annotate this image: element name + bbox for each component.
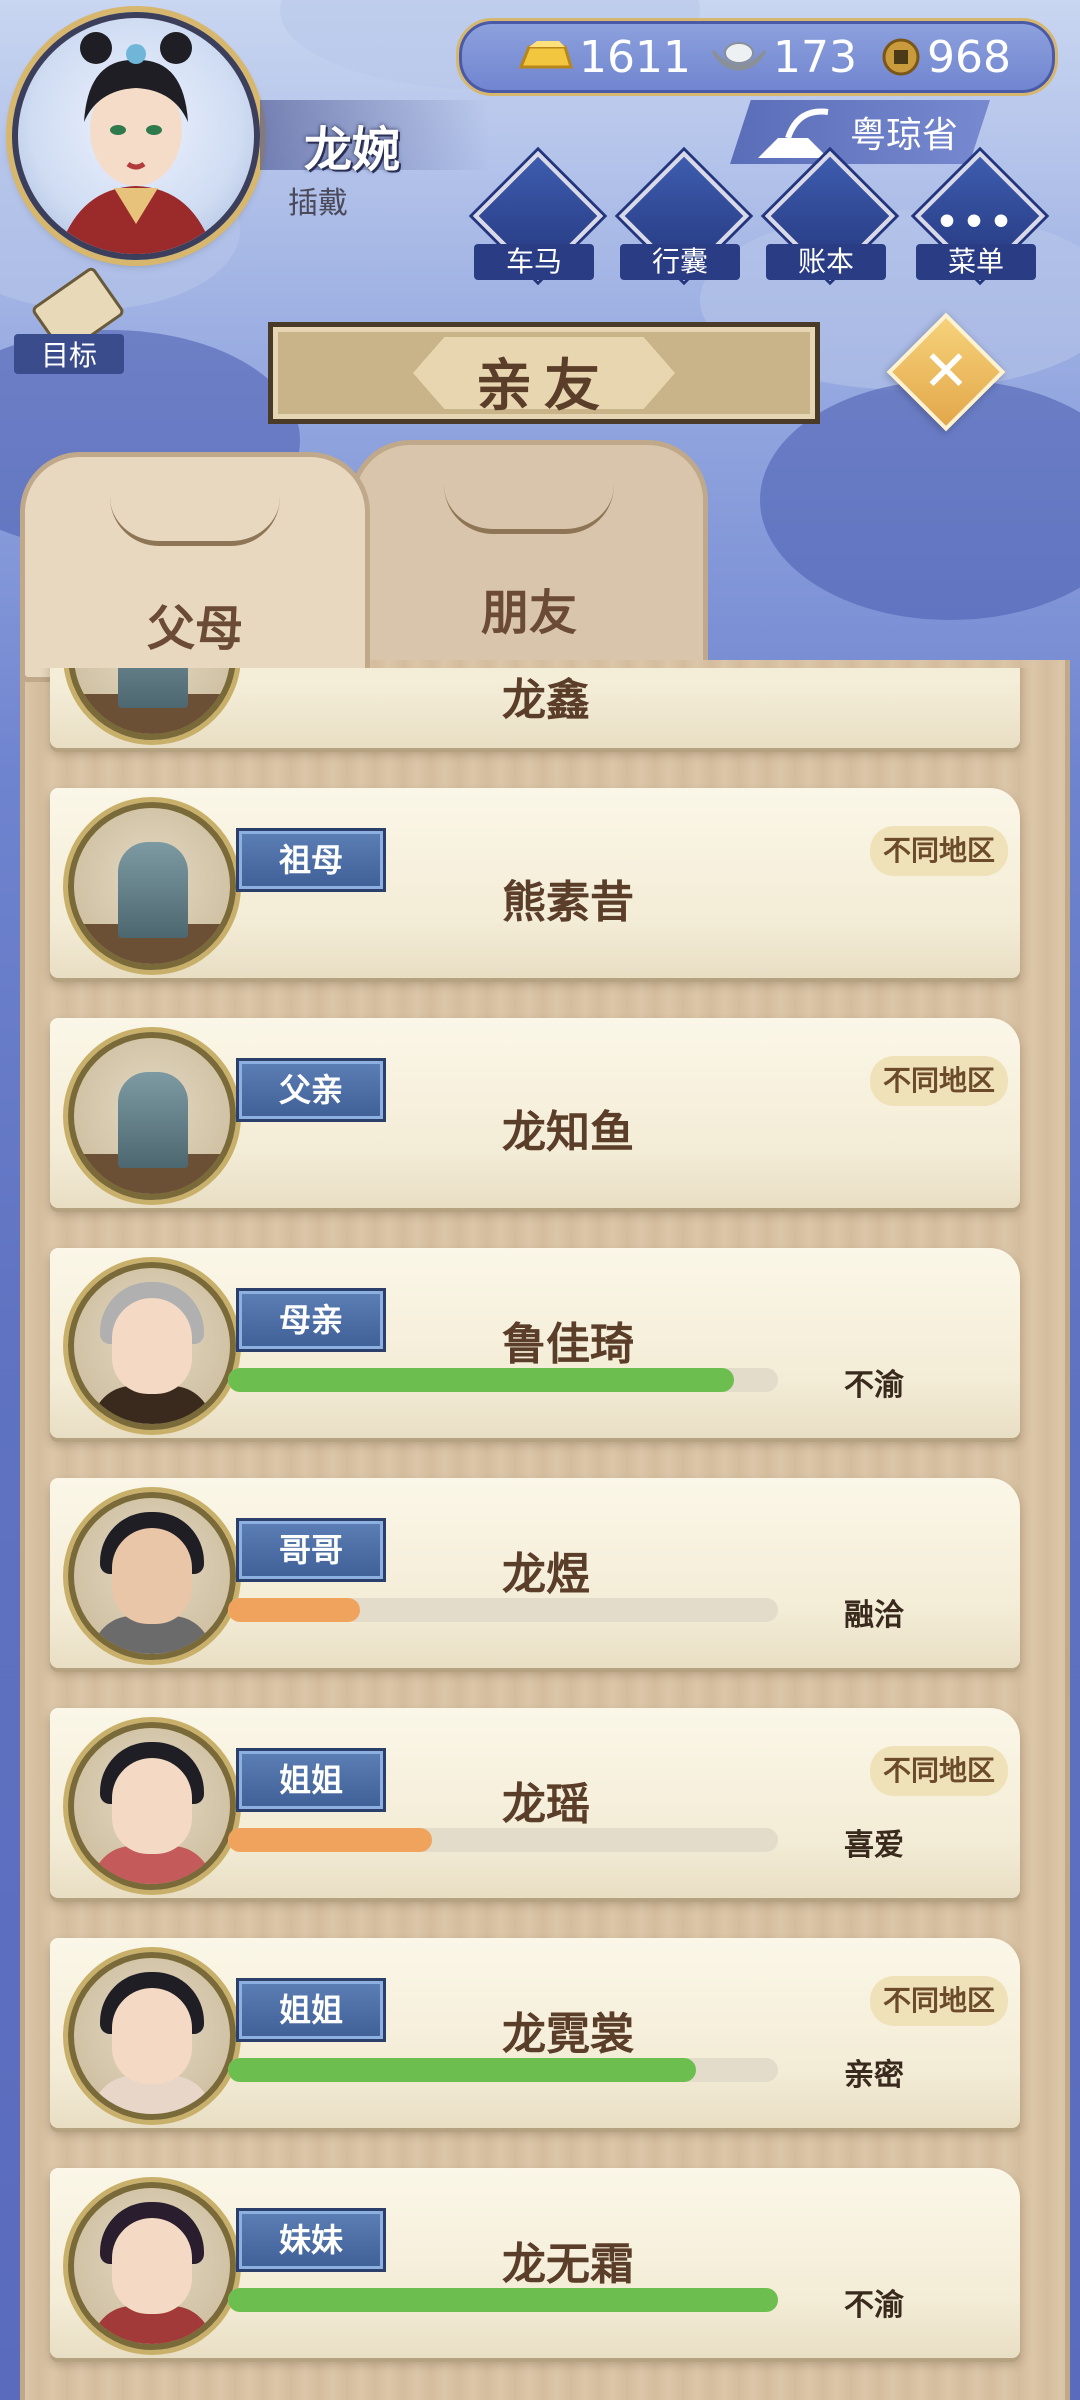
tombstone-icon: [118, 1072, 188, 1168]
relative-name: 龙霓裳: [502, 2009, 634, 2060]
affinity-bar-fill: [228, 1598, 360, 1622]
nav-label: 菜单: [916, 244, 1036, 280]
relative-card[interactable]: 母亲 鲁佳琦 不渝: [50, 1248, 1020, 1438]
relative-card[interactable]: 妹妹 龙无霜 不渝: [50, 2168, 1020, 2358]
silver-amount: 173: [773, 31, 857, 83]
gold-currency: 1611: [515, 31, 691, 83]
relative-name: 龙煜: [502, 1549, 590, 1600]
nav-label: 行囊: [620, 244, 740, 280]
page-title: 亲友: [476, 354, 612, 419]
affinity-bar: [228, 1368, 778, 1392]
relative-name: 龙无霜: [502, 2239, 634, 2290]
copper-currency: 968: [879, 31, 1011, 83]
affinity-label: 融洽: [844, 1598, 904, 1633]
affinity-bar: [228, 1828, 778, 1852]
relative-name: 龙知鱼: [502, 1107, 634, 1158]
silver-ingot-icon: [711, 42, 767, 71]
avatar: [68, 802, 236, 970]
affinity-bar-fill: [228, 2058, 696, 2082]
relative-card[interactable]: 祖母 熊素昔 不同地区: [50, 788, 1020, 978]
relative-card[interactable]: 姐姐 龙霓裳 不同地区 亲密: [50, 1938, 1020, 2128]
avatar: [68, 1262, 236, 1430]
cloud-ornament-icon: [444, 485, 614, 534]
tab-label: 父母: [146, 601, 243, 657]
relation-tag: 姐姐: [236, 1748, 386, 1812]
relation-tag: 哥哥: [236, 1518, 386, 1582]
avatar: [68, 1952, 236, 2120]
avatar: [68, 1492, 236, 1660]
copper-amount: 968: [927, 31, 1011, 83]
gold-amount: 1611: [579, 31, 691, 83]
avatar: [68, 2182, 236, 2350]
affinity-label: 喜爱: [844, 1828, 904, 1863]
player-portrait-icon: [58, 32, 214, 254]
affinity-bar-fill: [228, 2288, 778, 2312]
game-screen: 龙婉 插戴 1611 173 968 粤琼省 车马 行囊 账本 ••• 菜单 目…: [0, 0, 1080, 2400]
avatar: [68, 668, 236, 740]
tab-parents[interactable]: 父母: [20, 452, 370, 682]
close-icon: ✕: [922, 339, 970, 404]
region-badge: 不同地区: [870, 1746, 1008, 1796]
tombstone-icon: [118, 668, 188, 708]
relation-tag: 祖母: [236, 828, 386, 892]
region-name: 粤琼省: [850, 115, 959, 156]
tab-friends[interactable]: 朋友: [350, 440, 708, 672]
relative-card[interactable]: 姐姐 龙瑶 不同地区 喜爱: [50, 1708, 1020, 1898]
nav-carriage-button[interactable]: 车马: [472, 150, 604, 282]
relative-name: 鲁佳琦: [502, 1319, 634, 1370]
relation-tag: 父亲: [236, 1058, 386, 1122]
relative-card[interactable]: 龙鑫: [50, 668, 1020, 748]
nav-bag-button[interactable]: 行囊: [618, 150, 750, 282]
affinity-bar-fill: [228, 1368, 734, 1392]
affinity-bar: [228, 1598, 778, 1622]
region-badge: 不同地区: [870, 1056, 1008, 1106]
region-badge: 不同地区: [870, 1976, 1008, 2026]
affinity-bar: [228, 2058, 778, 2082]
nav-menu-button[interactable]: ••• 菜单: [914, 150, 1046, 282]
menu-dots-glyph: •••: [935, 202, 1017, 243]
avatar: [68, 1722, 236, 1890]
player-title: 插戴: [288, 186, 348, 221]
relative-name: 熊素昔: [502, 877, 634, 928]
relative-card[interactable]: 父亲 龙知鱼 不同地区: [50, 1018, 1020, 1208]
nav-label: 车马: [474, 244, 594, 280]
cloud-ornament-icon: [110, 497, 280, 546]
affinity-label: 不渝: [844, 2288, 904, 2323]
relative-name: 龙鑫: [502, 675, 590, 726]
relatives-list[interactable]: 龙鑫 祖母 熊素昔 不同地区 父亲 龙知鱼 不同地区 母亲 鲁佳琦 不渝 哥哥 …: [40, 668, 1040, 2400]
relation-tag: 姐姐: [236, 1978, 386, 2042]
silver-currency: 173: [709, 31, 857, 83]
copper-coin-icon: [882, 38, 920, 76]
affinity-label: 亲密: [844, 2058, 904, 2093]
tab-label: 朋友: [480, 585, 577, 641]
page-title-banner: 亲友: [268, 322, 820, 424]
affinity-bar: [228, 2288, 778, 2312]
relation-tag: 母亲: [236, 1288, 386, 1352]
tombstone-icon: [118, 842, 188, 938]
nav-label: 账本: [766, 244, 886, 280]
relation-tag: 妹妹: [236, 2208, 386, 2272]
target-label: 目标: [14, 334, 124, 374]
player-name: 龙婉: [304, 122, 401, 178]
gold-ingot-icon: [518, 41, 574, 69]
affinity-label: 不渝: [844, 1368, 904, 1403]
relative-name: 龙瑶: [502, 1779, 590, 1830]
region-badge: 不同地区: [870, 826, 1008, 876]
nav-ledger-button[interactable]: 账本: [764, 150, 896, 282]
relative-card[interactable]: 哥哥 龙煜 融洽: [50, 1478, 1020, 1668]
target-button[interactable]: 目标: [14, 265, 126, 374]
player-avatar[interactable]: [12, 12, 260, 260]
avatar: [68, 1032, 236, 1200]
currency-bar: 1611 173 968: [456, 18, 1058, 96]
affinity-bar-fill: [228, 1828, 432, 1852]
